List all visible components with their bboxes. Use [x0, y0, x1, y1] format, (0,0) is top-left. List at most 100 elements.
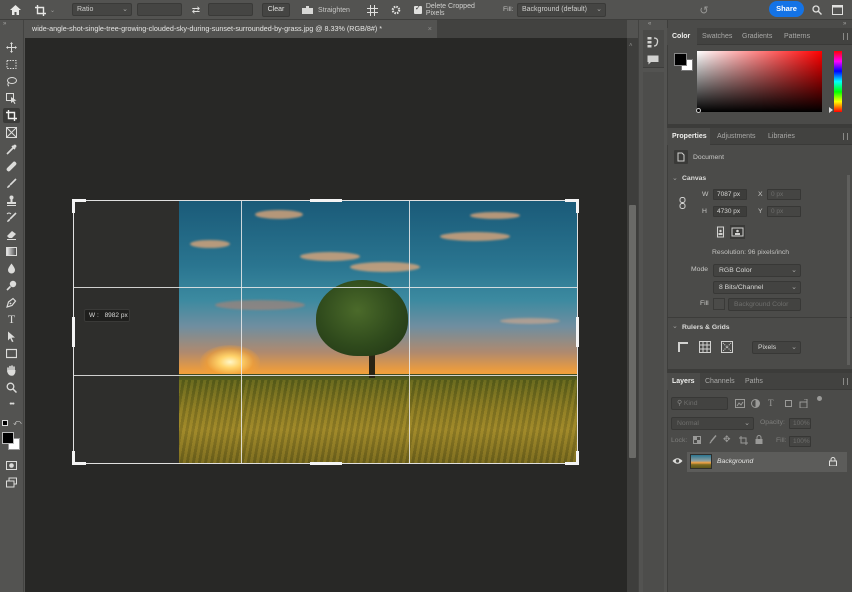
blend-mode-dropdown[interactable]: Normal ⌄ — [671, 417, 754, 430]
type-tool[interactable]: T — [3, 312, 20, 327]
swap-colors-icon[interactable]: ⤺ — [13, 418, 22, 428]
fill-dropdown[interactable]: Background (default) ⌄ — [517, 3, 606, 17]
workspace-button[interactable] — [830, 3, 844, 17]
filter-type-layers-icon[interactable]: T — [768, 398, 774, 408]
lock-transparent-pixels[interactable] — [693, 436, 701, 444]
scrollbar-thumb[interactable] — [629, 205, 636, 458]
guides-toggle[interactable] — [721, 341, 733, 353]
tab-patterns[interactable]: Patterns — [779, 28, 815, 45]
close-icon[interactable]: × — [428, 20, 432, 38]
lock-all[interactable] — [755, 435, 763, 444]
filter-smart-objects[interactable] — [799, 399, 808, 408]
tab-properties[interactable]: Properties — [667, 128, 710, 145]
search-button[interactable] — [811, 3, 823, 17]
dodge-tool[interactable] — [3, 278, 20, 293]
canvas-width-input[interactable]: 7087 px — [713, 189, 747, 200]
scroll-up-icon[interactable]: ˄ — [629, 43, 633, 49]
rulers-grids-section-header[interactable]: Rulers & Grids — [682, 324, 730, 331]
tab-layers[interactable]: Layers — [667, 373, 700, 390]
edit-toolbar-button[interactable]: ••• — [3, 397, 20, 412]
x-input[interactable]: 0 px — [767, 189, 801, 200]
crop-height-input[interactable] — [208, 3, 253, 16]
properties-scrollbar[interactable] — [847, 175, 850, 365]
crop-handle-top-right[interactable] — [576, 199, 579, 213]
layer-visibility-toggle[interactable] — [672, 457, 683, 465]
default-colors-icon[interactable] — [2, 420, 8, 426]
color-mode-dropdown[interactable]: RGB Color ⌄ — [713, 264, 801, 277]
crop-tool[interactable] — [3, 108, 20, 123]
landscape-orientation-button[interactable] — [730, 225, 745, 239]
tab-libraries[interactable]: Libraries — [763, 128, 800, 145]
blur-tool[interactable] — [3, 261, 20, 276]
color-picker-marker[interactable] — [696, 108, 701, 113]
units-dropdown[interactable]: Pixels ⌄ — [752, 341, 801, 354]
ratio-dropdown[interactable]: Ratio ⌄ — [72, 3, 132, 16]
rulers-toggle[interactable] — [677, 341, 689, 353]
crop-width-input[interactable] — [137, 3, 182, 16]
tab-adjustments[interactable]: Adjustments — [712, 128, 761, 145]
screen-mode-button[interactable] — [3, 475, 20, 490]
foreground-color-swatch[interactable] — [2, 432, 14, 444]
crop-handle-bottom-right[interactable] — [576, 451, 579, 465]
healing-brush-tool[interactable] — [3, 159, 20, 174]
delete-cropped-pixels-checkbox[interactable]: ✓ Delete Cropped Pixels — [414, 3, 494, 17]
crop-handle-top-left[interactable] — [72, 199, 75, 213]
tab-gradients[interactable]: Gradients — [737, 28, 777, 45]
overlay-options-button[interactable] — [365, 3, 379, 17]
opacity-input[interactable]: 100% — [789, 418, 811, 429]
crop-settings-button[interactable] — [389, 3, 403, 17]
foreground-color-chip[interactable] — [674, 53, 687, 66]
eyedropper-tool[interactable] — [3, 142, 20, 157]
color-field[interactable] — [697, 51, 822, 112]
home-button[interactable] — [8, 3, 22, 17]
object-select-tool[interactable] — [3, 91, 20, 106]
gradient-tool[interactable] — [3, 244, 20, 259]
chevron-down-icon[interactable]: ⌄ — [672, 174, 678, 182]
quick-mask-button[interactable] — [3, 458, 20, 473]
pen-tool[interactable] — [3, 295, 20, 310]
y-input[interactable]: 0 px — [767, 206, 801, 217]
tab-channels[interactable]: Channels — [700, 373, 740, 390]
brush-tool[interactable] — [3, 176, 20, 191]
tab-swatches[interactable]: Swatches — [697, 28, 737, 45]
hue-slider[interactable] — [834, 51, 842, 112]
panel-menu-icon[interactable] — [843, 378, 848, 385]
fill-color-dropdown[interactable]: Background Color — [728, 298, 801, 311]
history-panel-button[interactable] — [647, 36, 659, 48]
swap-dimensions-button[interactable]: ⇄ — [189, 3, 203, 17]
expand-panels-icon[interactable]: » — [843, 21, 846, 27]
crop-handle-top[interactable] — [310, 199, 342, 202]
collapse-panels-icon[interactable]: « — [648, 21, 651, 27]
crop-handle-right[interactable] — [576, 317, 579, 347]
crop-box[interactable] — [73, 200, 578, 464]
clone-stamp-tool[interactable] — [3, 193, 20, 208]
fill-color-swatch[interactable] — [713, 298, 725, 310]
path-selection-tool[interactable] — [3, 329, 20, 344]
zoom-tool[interactable] — [3, 380, 20, 395]
marquee-tool[interactable] — [3, 57, 20, 72]
tool-preset-picker[interactable]: ⌄ — [34, 3, 56, 17]
reset-button[interactable]: ↺ — [697, 3, 711, 17]
fill-input[interactable]: 100% — [789, 436, 811, 447]
eraser-tool[interactable] — [3, 227, 20, 242]
comments-panel-button[interactable] — [647, 55, 659, 65]
link-dimensions-button[interactable] — [679, 197, 686, 209]
collapse-toolbar-icon[interactable]: » — [3, 21, 6, 27]
portrait-orientation-button[interactable] — [715, 226, 726, 238]
filter-pixel-layers[interactable] — [735, 399, 745, 408]
clear-button[interactable]: Clear — [262, 3, 290, 17]
grid-toggle[interactable] — [699, 341, 711, 353]
bit-depth-dropdown[interactable]: 8 Bits/Channel ⌄ — [713, 281, 801, 294]
canvas-height-input[interactable]: 4730 px — [713, 206, 747, 217]
chevron-down-icon[interactable]: ⌄ — [672, 322, 678, 330]
canvas-section-header[interactable]: Canvas — [682, 175, 706, 182]
panel-menu-icon[interactable] — [843, 33, 848, 40]
layer-name[interactable]: Background — [717, 458, 753, 465]
filter-adjustment-layers[interactable] — [751, 399, 760, 408]
crop-handle-left[interactable] — [72, 317, 75, 347]
lock-artboard[interactable] — [739, 436, 748, 445]
layer-filter-dropdown[interactable]: ⚲ Kind — [671, 397, 728, 410]
hue-slider-thumb[interactable] — [829, 107, 833, 113]
crop-handle-bottom[interactable] — [310, 462, 342, 465]
filter-toggle-icon[interactable] — [817, 396, 822, 401]
